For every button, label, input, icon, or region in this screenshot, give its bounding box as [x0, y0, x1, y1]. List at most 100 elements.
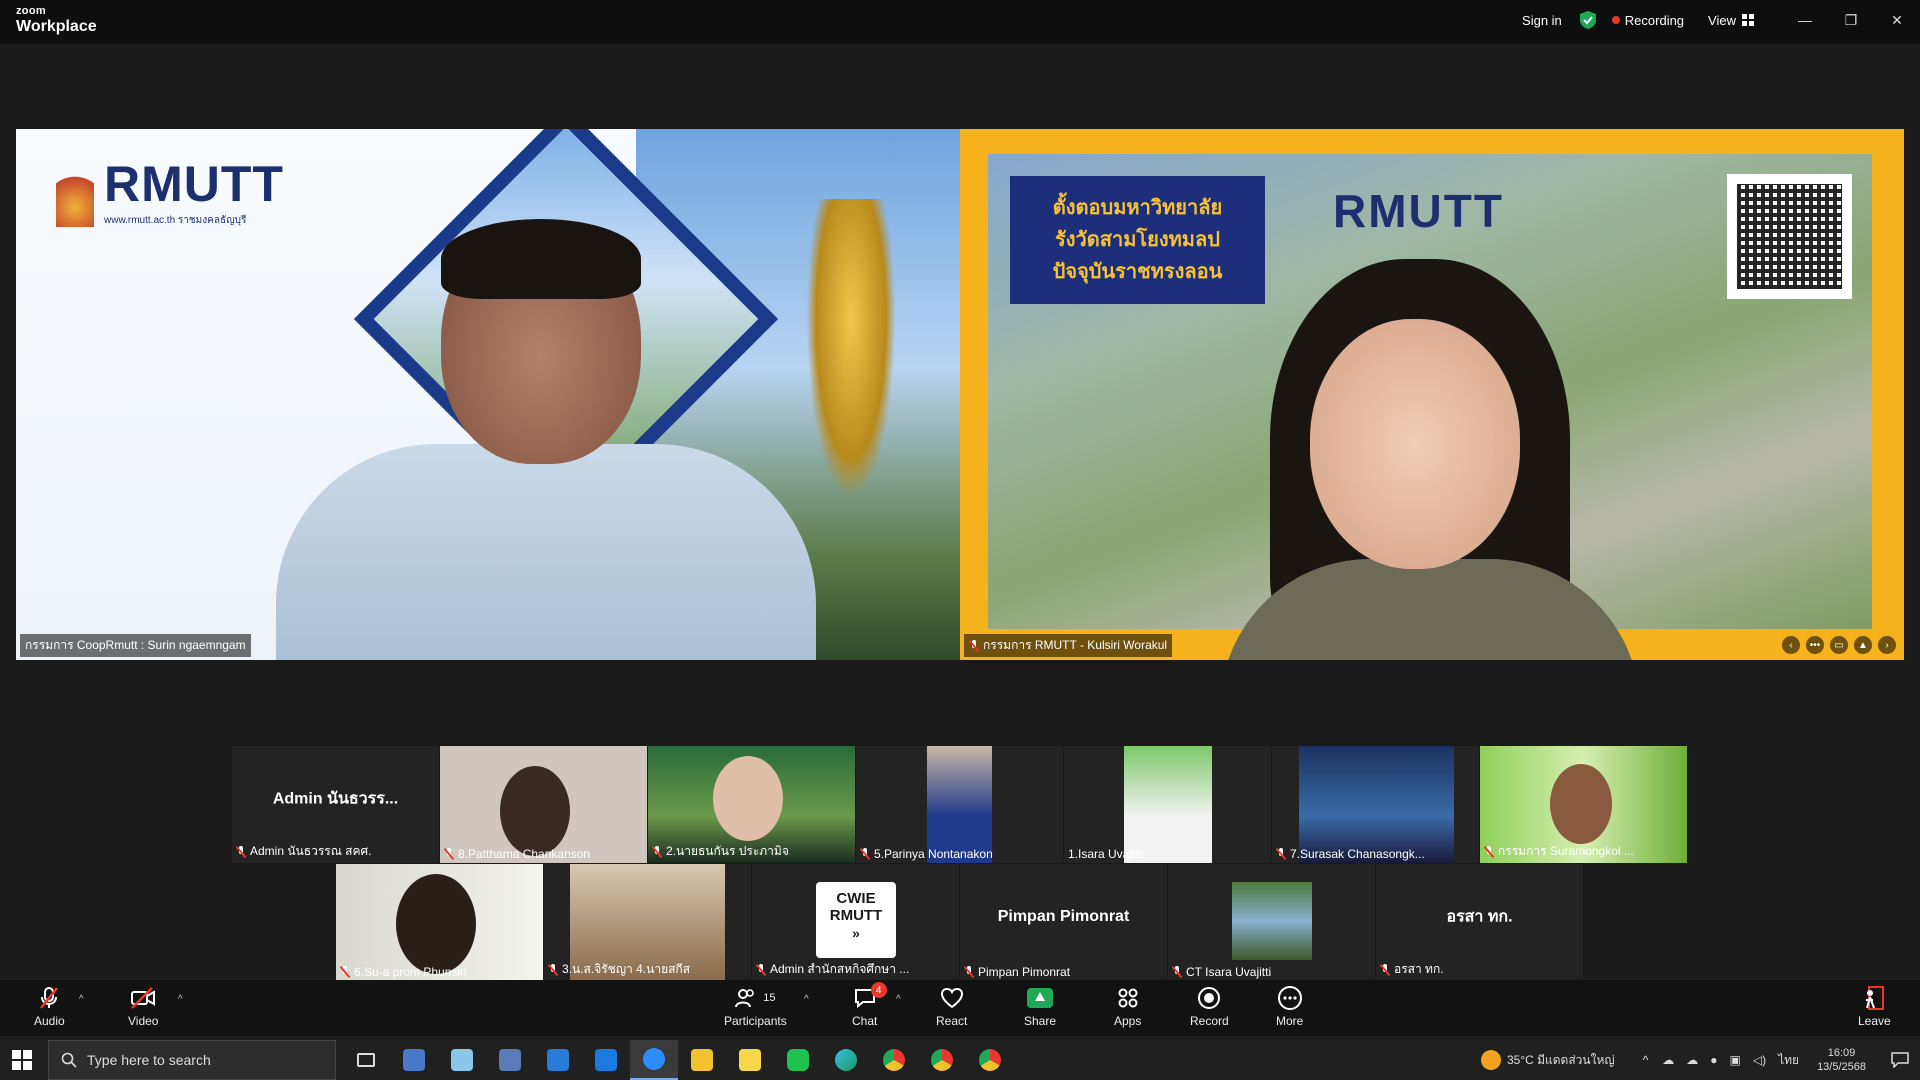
heart-icon — [940, 987, 963, 1009]
sign-in-button[interactable]: Sign in — [1522, 13, 1562, 28]
participant-video — [500, 766, 570, 856]
security-shield-icon[interactable] — [1579, 11, 1596, 29]
file-explorer-icon[interactable] — [678, 1040, 726, 1080]
teams-icon[interactable] — [390, 1040, 438, 1080]
chevron-right-icon: » — [852, 924, 860, 941]
record-icon — [1198, 987, 1221, 1009]
window-controls: — ❐ ✕ — [1782, 12, 1920, 29]
language-indicator[interactable]: ไทย — [1778, 1051, 1799, 1070]
audio-options-caret-icon[interactable]: ^ — [79, 994, 84, 1005]
share-screen-button[interactable]: Share — [1024, 986, 1056, 1028]
gallery-tile[interactable]: 6.Su-a prom Phunsin — [336, 864, 543, 981]
react-button[interactable]: React — [936, 986, 967, 1028]
apps-icon — [1118, 988, 1138, 1008]
gallery-tile[interactable]: CWIE RMUTT » Admin สำนักสหกิจศึกษา ... — [752, 864, 959, 981]
participant-name-label: 5.Parinya Nontanakon — [860, 847, 993, 861]
prev-arrow-icon[interactable]: ‹ — [1782, 636, 1800, 654]
recording-indicator[interactable]: Recording — [1611, 12, 1685, 28]
title-bar-right: Sign in Recording View — ❐ ✕ — [1522, 0, 1920, 40]
person-face — [1310, 319, 1520, 569]
taskbar-search-input[interactable]: Type here to search — [48, 1040, 336, 1080]
windows-taskbar: Type here to search 35°C มีแดดส่วนใหญ่ ^ — [0, 1040, 1920, 1080]
participants-options-caret-icon[interactable]: ^ — [804, 994, 809, 1005]
notification-icon[interactable] — [1880, 1052, 1920, 1068]
minimize-button[interactable]: — — [1782, 12, 1828, 28]
volume-icon[interactable]: ◁) — [1753, 1053, 1766, 1067]
participant-avatar-name: Admin นันธวรร... — [272, 790, 399, 808]
muted-mic-icon — [652, 845, 662, 858]
clock[interactable]: 16:09 13/5/2568 — [1817, 1046, 1866, 1075]
fit-screen-icon[interactable]: ▭ — [1830, 636, 1848, 654]
zoom-app-icon[interactable] — [630, 1040, 678, 1080]
gallery-tile[interactable]: กรรมการ Suramongkol ... — [1480, 746, 1687, 863]
muted-mic-icon — [969, 639, 979, 652]
sun-icon — [1480, 1050, 1501, 1070]
speaker-tile-1[interactable]: RMUTT www.rmutt.ac.th ราชมงคลธัญบุรี กรร… — [16, 129, 960, 660]
system-tray: 35°C มีแดดส่วนใหญ่ ^ ☁ ☁ ● ▣ ◁) ไทย 16:0… — [1480, 1040, 1920, 1080]
next-arrow-icon[interactable]: › — [1878, 636, 1896, 654]
qr-code-icon — [1727, 174, 1852, 299]
network-icon[interactable]: ▣ — [1730, 1053, 1741, 1067]
participant-name-label: Admin นันธวรรณ สคศ. — [236, 842, 371, 861]
chat-options-caret-icon[interactable]: ^ — [896, 994, 901, 1005]
microphone-icon[interactable]: ● — [1710, 1053, 1717, 1067]
leave-button[interactable]: Leave — [1858, 986, 1891, 1028]
gallery-tile[interactable]: CT Isara Uvajitti — [1168, 864, 1375, 981]
gallery-tile[interactable]: 7.Surasak Chanasongk... — [1272, 746, 1479, 863]
weather-widget[interactable]: 35°C มีแดดส่วนใหญ่ — [1480, 1050, 1615, 1070]
tray-chevron-up-icon[interactable]: ^ — [1643, 1053, 1649, 1067]
calculator-icon[interactable] — [486, 1040, 534, 1080]
audio-button[interactable]: Audio — [34, 986, 65, 1028]
sticky-notes-icon[interactable] — [726, 1040, 774, 1080]
brand-bottom: Workplace — [16, 18, 97, 35]
taskbar-apps — [342, 1040, 1014, 1080]
notepad-icon[interactable] — [438, 1040, 486, 1080]
chat-button[interactable]: 4 Chat — [852, 982, 887, 1028]
search-icon — [61, 1052, 77, 1068]
participant-profile-picture — [1232, 882, 1312, 960]
participant-name-label: 3.น.ส.จิรัชญา 4.นายสกีส — [548, 960, 690, 979]
more-dots-icon[interactable]: ••• — [1806, 636, 1824, 654]
person-hair — [441, 219, 641, 299]
brand-top: zoom — [16, 5, 46, 17]
speaker-tile-2[interactable]: ตั้งตอบมหาวิทยาลัย รังวัดสามโยงทมลป ปัจจ… — [960, 129, 1904, 660]
more-dots-icon — [1277, 986, 1302, 1010]
record-button[interactable]: Record — [1190, 986, 1229, 1028]
view-button[interactable]: View — [1708, 13, 1754, 28]
chrome-icon[interactable] — [870, 1040, 918, 1080]
up-arrow-icon[interactable]: ▲ — [1854, 636, 1872, 654]
line-app-icon[interactable] — [774, 1040, 822, 1080]
chrome-profile-icon[interactable] — [918, 1040, 966, 1080]
share-screen-icon — [1027, 988, 1054, 1008]
gallery-tile[interactable]: อรสา ทก. อรสา ทก. — [1376, 864, 1583, 981]
muted-mic-icon — [236, 845, 246, 858]
video-button[interactable]: Video — [128, 986, 158, 1028]
recording-dot-icon — [1611, 16, 1620, 24]
cloud-icon[interactable]: ☁ — [1662, 1053, 1674, 1067]
gallery-tile[interactable]: Admin นันธวรร... Admin นันธวรรณ สคศ. — [232, 746, 439, 863]
chrome-profile-2-icon[interactable] — [966, 1040, 1014, 1080]
video-options-caret-icon[interactable]: ^ — [178, 994, 183, 1005]
mail-icon[interactable] — [582, 1040, 630, 1080]
gallery-tile[interactable]: 1.Isara Uvajitti — [1064, 746, 1271, 863]
participant-name-label: Pimpan Pimonrat — [964, 965, 1070, 979]
participant-name-label: CT Isara Uvajitti — [1172, 965, 1271, 979]
close-window-button[interactable]: ✕ — [1874, 12, 1920, 29]
participant-video — [1124, 746, 1212, 863]
gallery-tile[interactable]: 3.น.ส.จิรัชญา 4.นายสกีส — [544, 864, 751, 981]
participants-button[interactable]: 15 Participants — [724, 986, 787, 1028]
restore-button[interactable]: ❐ — [1828, 12, 1874, 29]
slide-rmutt-logo: RMUTT — [1333, 185, 1504, 237]
gallery-tile[interactable]: 5.Parinya Nontanakon — [856, 746, 1063, 863]
recording-label: Recording — [1624, 12, 1685, 28]
gallery-tile[interactable]: 2.นายธนกันร ประภามิจ — [648, 746, 855, 863]
task-view-icon[interactable] — [342, 1040, 390, 1080]
gallery-tile[interactable]: Pimpan Pimonrat Pimpan Pimonrat — [960, 864, 1167, 981]
onedrive-icon[interactable]: ☁ — [1686, 1053, 1698, 1067]
windows-start-icon[interactable] — [12, 1050, 32, 1070]
more-button[interactable]: More — [1276, 986, 1303, 1028]
apps-button[interactable]: Apps — [1114, 986, 1141, 1028]
gallery-tile[interactable]: 8.Patthama Chankanson — [440, 746, 647, 863]
store-icon[interactable] — [534, 1040, 582, 1080]
edge-icon[interactable] — [822, 1040, 870, 1080]
